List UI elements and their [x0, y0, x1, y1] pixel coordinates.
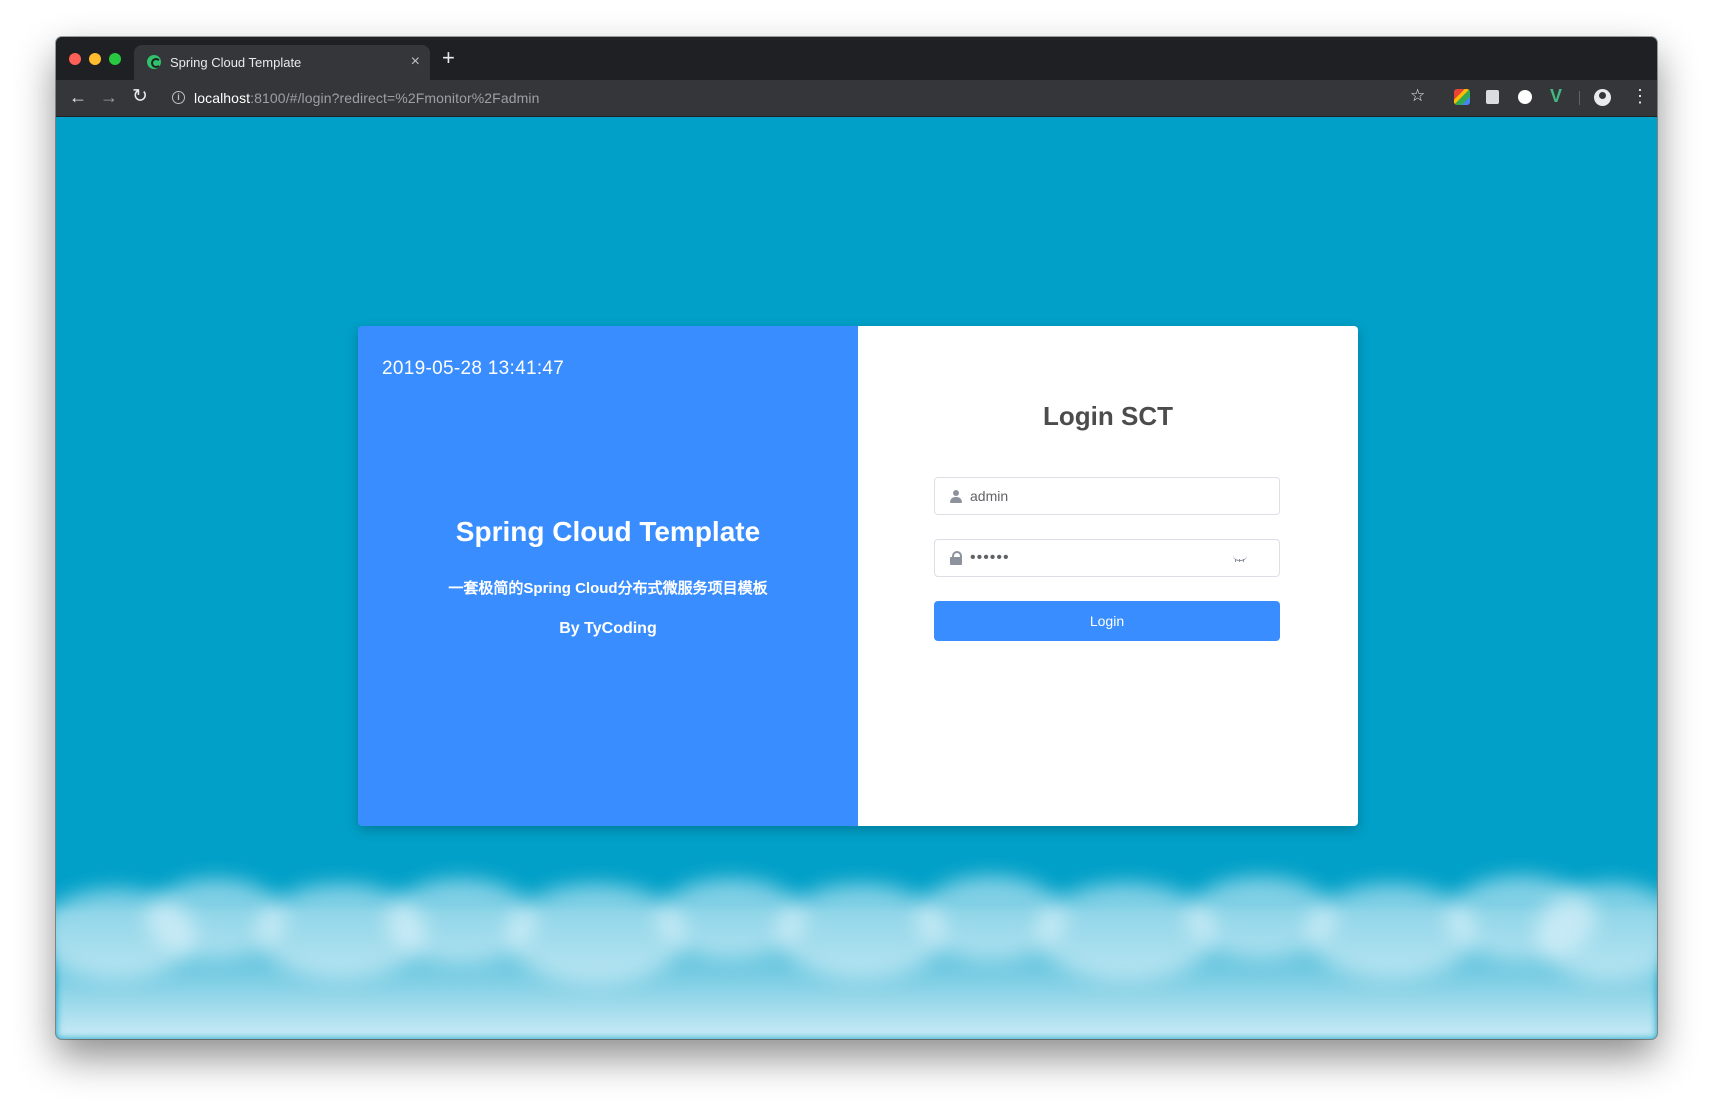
- reload-icon[interactable]: ↻: [132, 87, 148, 107]
- lock-icon: [949, 551, 963, 565]
- login-title: Login SCT: [1043, 401, 1173, 431]
- vue-devtools-icon[interactable]: V: [1550, 86, 1562, 107]
- profile-icon[interactable]: [1594, 89, 1611, 106]
- address-bar[interactable]: i localhost:8100/#/login?redirect=%2Fmon…: [162, 84, 1447, 112]
- login-button[interactable]: Login: [934, 601, 1280, 641]
- tab-title: Spring Cloud Template: [170, 55, 302, 70]
- brand-author: By TyCoding: [559, 620, 657, 637]
- extension-colorful-icon[interactable]: [1454, 89, 1470, 105]
- eye-closed-icon[interactable]: [1233, 555, 1247, 562]
- info-icon[interactable]: i: [172, 91, 185, 104]
- menu-icon[interactable]: ⋮: [1631, 86, 1649, 106]
- login-panel: Login SCT Login: [858, 326, 1358, 826]
- login-card: 2019-05-28 13:41:47 Spring Cloud Templat…: [358, 326, 1358, 826]
- star-icon[interactable]: ☆: [1410, 86, 1425, 106]
- brand-title: Spring Cloud Template: [455, 516, 761, 547]
- minimize-window-button[interactable]: [89, 53, 101, 65]
- maximize-window-button[interactable]: [109, 53, 121, 65]
- password-input[interactable]: [970, 540, 1230, 576]
- browser-window: Spring Cloud Template × + ← → ↻ i localh…: [56, 37, 1657, 1039]
- username-field[interactable]: [934, 477, 1280, 515]
- url-path: :8100/#/login?redirect=%2Fmonitor%2Fadmi…: [250, 90, 540, 106]
- tab-close-icon[interactable]: ×: [411, 53, 420, 71]
- toolbar-divider: [1579, 91, 1580, 105]
- tab-strip: Spring Cloud Template × +: [56, 37, 1657, 80]
- browser-toolbar: ← → ↻ i localhost:8100/#/login?redirect=…: [56, 80, 1657, 117]
- close-window-button[interactable]: [69, 53, 81, 65]
- user-icon: [949, 489, 963, 503]
- forward-arrow-icon[interactable]: →: [100, 87, 118, 107]
- new-tab-button[interactable]: +: [442, 47, 455, 69]
- spring-favicon-icon: [147, 55, 161, 69]
- username-input[interactable]: [970, 478, 1230, 514]
- tab-active[interactable]: Spring Cloud Template ×: [134, 45, 430, 80]
- extension-circle-icon[interactable]: [1518, 90, 1532, 104]
- url-text[interactable]: localhost:8100/#/login?redirect=%2Fmonit…: [194, 90, 539, 106]
- back-arrow-icon[interactable]: ←: [69, 87, 87, 107]
- brand-panel: 2019-05-28 13:41:47 Spring Cloud Templat…: [358, 326, 858, 826]
- password-field[interactable]: [934, 539, 1280, 577]
- current-datetime: 2019-05-28 13:41:47: [382, 358, 565, 379]
- page-viewport: 2019-05-28 13:41:47 Spring Cloud Templat…: [56, 117, 1657, 1039]
- url-host: localhost: [194, 90, 251, 106]
- clouds-background: [56, 839, 1657, 1039]
- extension-document-icon[interactable]: [1486, 90, 1499, 104]
- brand-subtitle: 一套极简的Spring Cloud分布式微服务项目模板: [448, 580, 768, 597]
